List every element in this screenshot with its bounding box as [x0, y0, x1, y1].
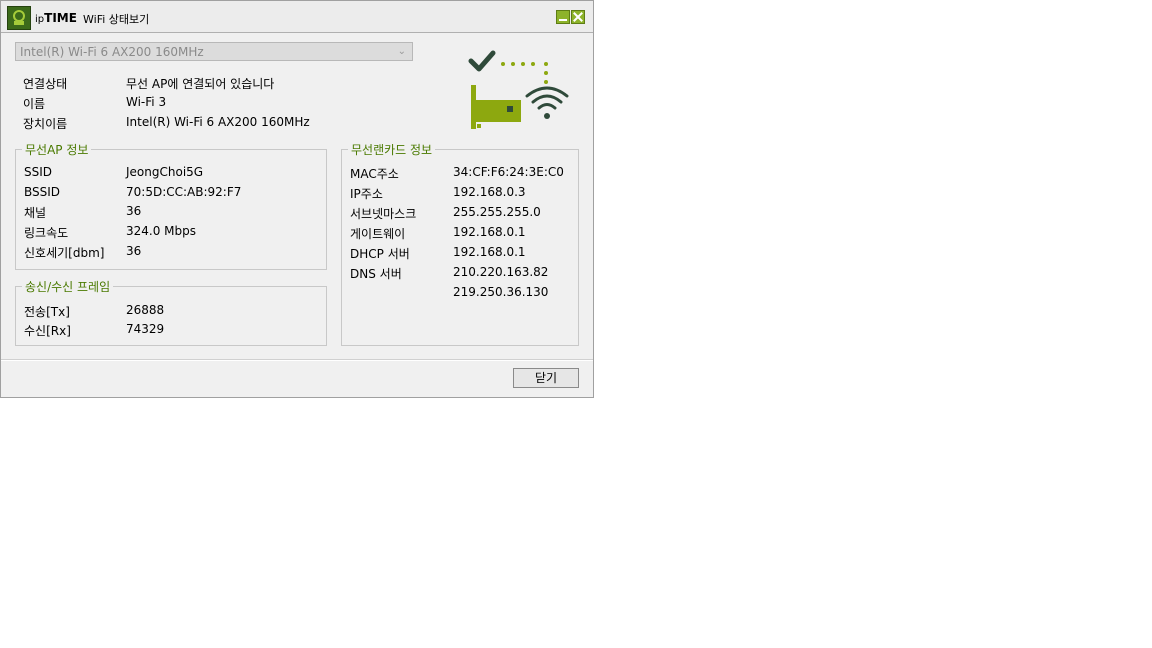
- chevron-down-icon[interactable]: ⌄: [398, 44, 406, 60]
- card-value-gateway: 192.168.0.1: [453, 225, 526, 239]
- status-value-name: Wi-Fi 3: [126, 95, 167, 109]
- wifi-signal-icon: [525, 86, 569, 119]
- card-info-title: 무선랜카드 정보: [348, 141, 436, 158]
- close-button[interactable]: 닫기: [513, 368, 579, 388]
- card-value-subnet: 255.255.255.0: [453, 205, 541, 219]
- ap-label-signal: 신호세기[dbm]: [24, 246, 105, 260]
- ap-value-link-speed: 324.0 Mbps: [126, 224, 197, 238]
- minimize-icon[interactable]: [556, 10, 570, 24]
- frames-value-rx: 74329: [126, 322, 165, 336]
- status-value-connection: 무선 AP에 연결되어 있습니다: [126, 77, 275, 91]
- ap-value-bssid: 70:5D:CC:AB:92:F7: [126, 185, 242, 199]
- brand-prefix: ip: [35, 14, 45, 25]
- close-icon[interactable]: [571, 10, 585, 24]
- card-label-mac: MAC주소: [350, 167, 399, 181]
- ap-label-bssid: BSSID: [24, 185, 61, 199]
- ap-info-title: 무선AP 정보: [22, 141, 92, 158]
- frames-value-tx: 26888: [126, 303, 165, 317]
- checkmark-icon: [468, 50, 496, 72]
- brand-logo: ipTIME: [35, 11, 77, 25]
- brand-name: TIME: [44, 11, 77, 25]
- footer-divider-highlight: [1, 360, 593, 361]
- window-title: WiFi 상태보기: [83, 13, 150, 26]
- card-value-dhcp: 192.168.0.1: [453, 245, 526, 259]
- card-value-ip: 192.168.0.3: [453, 185, 526, 199]
- ap-value-ssid: JeongChoi5G: [126, 165, 204, 179]
- card-value-dns-2: 219.250.36.130: [453, 285, 549, 299]
- network-card-icon: [471, 85, 521, 129]
- card-label-subnet: 서브넷마스크: [350, 207, 417, 221]
- status-value-device: Intel(R) Wi-Fi 6 AX200 160MHz: [126, 115, 310, 129]
- ap-value-channel: 36: [126, 204, 142, 218]
- ap-label-ssid: SSID: [24, 165, 53, 179]
- frames-label-tx: 전송[Tx]: [24, 305, 70, 319]
- title-bar[interactable]: ipTIME WiFi 상태보기: [1, 1, 593, 33]
- status-label-name: 이름: [23, 97, 46, 111]
- frames-title: 송신/수신 프레임: [22, 278, 114, 295]
- card-value-mac: 34:CF:F6:24:3E:C0: [453, 165, 564, 179]
- adapter-select-value: Intel(R) Wi-Fi 6 AX200 160MHz: [20, 45, 204, 59]
- card-value-dns-1: 210.220.163.82: [453, 265, 549, 279]
- status-label-device: 장치이름: [23, 117, 68, 131]
- card-label-gateway: 게이트웨이: [350, 227, 406, 241]
- wifi-status-window: ipTIME WiFi 상태보기 Intel(R) Wi-Fi 6 AX200 …: [0, 0, 594, 398]
- dotted-link: [501, 62, 548, 84]
- frames-label-rx: 수신[Rx]: [24, 324, 71, 338]
- adapter-select[interactable]: Intel(R) Wi-Fi 6 AX200 160MHz ⌄: [15, 42, 413, 61]
- ap-label-channel: 채널: [24, 206, 47, 220]
- card-label-ip: IP주소: [350, 187, 383, 201]
- status-label-connection: 연결상태: [23, 77, 68, 91]
- app-logo-icon: [7, 6, 31, 30]
- card-label-dns: DNS 서버: [350, 267, 402, 281]
- connection-graphic: [468, 50, 569, 129]
- ap-value-signal: 36: [126, 244, 142, 258]
- ap-label-link-speed: 링크속도: [24, 226, 69, 240]
- card-label-dhcp: DHCP 서버: [350, 247, 410, 261]
